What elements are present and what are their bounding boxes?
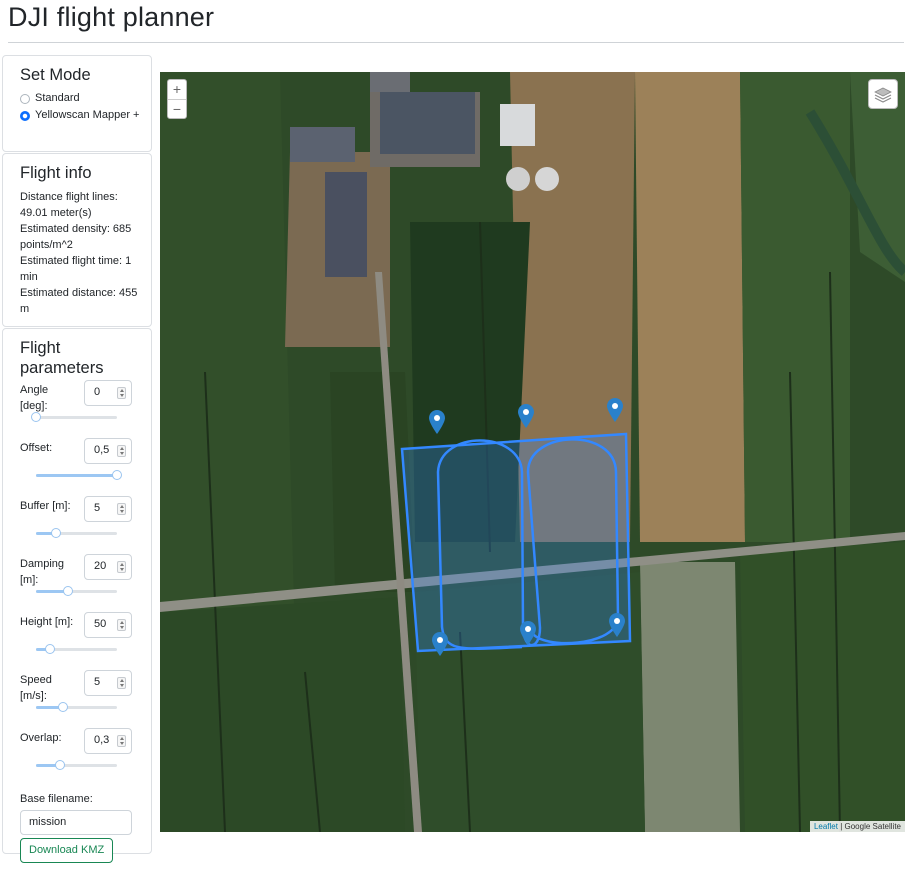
waypoint-marker-icon[interactable] — [609, 613, 625, 637]
base-filename-label: Base filename: — [20, 793, 93, 805]
spinner-icon[interactable] — [117, 387, 126, 399]
leaflet-link[interactable]: Leaflet — [814, 822, 838, 831]
parameter-slider[interactable] — [36, 760, 117, 770]
waypoint-marker-icon[interactable] — [520, 621, 536, 645]
attribution-text: | Google Satellite — [837, 822, 901, 831]
slider-thumb[interactable] — [31, 412, 41, 422]
parameter-row: Height [m]: 50 — [20, 612, 141, 672]
parameter-value: 5 — [94, 502, 101, 514]
parameter-number-input[interactable]: 5 — [84, 670, 132, 696]
flight-info-title: Flight info — [20, 164, 92, 182]
parameter-label: Damping [m]: — [20, 558, 65, 586]
parameter-row: Offset: 0,5 — [20, 438, 141, 498]
parameter-number-input[interactable]: 0 — [84, 380, 132, 406]
waypoint-marker-icon[interactable] — [429, 410, 445, 434]
mode-option-yellowscan[interactable]: Yellowscan Mapper + — [20, 108, 141, 123]
parameter-slider[interactable] — [36, 528, 117, 538]
parameter-number-input[interactable]: 20 — [84, 554, 132, 580]
info-density: Estimated density: 685 points/m^2 — [20, 223, 132, 251]
parameter-row: Angle [deg]: 0 — [20, 380, 141, 440]
spinner-icon[interactable] — [117, 735, 126, 747]
parameter-number-input[interactable]: 0,3 — [84, 728, 132, 754]
zoom-in-button[interactable]: + — [168, 80, 186, 99]
parameter-row: Speed [m/s]: 5 — [20, 670, 141, 730]
parameter-row: Buffer [m]: 5 — [20, 496, 141, 556]
slider-thumb[interactable] — [57, 702, 68, 712]
download-kmz-button[interactable]: Download KMZ — [20, 838, 114, 863]
base-filename-input[interactable]: mission — [20, 810, 132, 835]
flight-parameters-title: Flight parameters — [20, 339, 104, 377]
parameter-number-input[interactable]: 0,5 — [84, 438, 132, 464]
waypoint-marker-icon[interactable] — [607, 398, 623, 422]
parameter-label: Speed [m/s]: — [20, 674, 52, 702]
page-title: DJI flight planner — [8, 2, 215, 32]
slider-thumb[interactable] — [63, 586, 74, 596]
title-divider — [8, 42, 904, 43]
waypoint-marker-icon[interactable] — [518, 404, 534, 428]
spinner-icon[interactable] — [117, 503, 126, 515]
radio-yellowscan[interactable] — [20, 111, 30, 121]
parameter-slider[interactable] — [36, 702, 117, 712]
info-distance-lines: Distance flight lines: 49.01 meter(s) — [20, 191, 118, 219]
parameter-value: 5 — [94, 676, 101, 688]
mode-option-standard[interactable]: Standard — [20, 91, 141, 106]
parameter-label: Offset: — [20, 442, 53, 454]
parameter-list: Angle [deg]: 0 Offset: 0,5 Buffer [m]: 5 Dampi… — [20, 380, 141, 788]
radio-standard[interactable] — [20, 94, 30, 104]
info-flight-time: Estimated flight time: 1 min — [20, 255, 132, 283]
slider-thumb[interactable] — [112, 470, 122, 480]
parameter-row: Damping [m]: 20 — [20, 554, 141, 614]
slider-thumb[interactable] — [55, 760, 66, 770]
parameter-slider[interactable] — [31, 412, 117, 422]
spinner-icon[interactable] — [117, 445, 126, 457]
parameter-value: 0 — [94, 386, 101, 398]
spinner-icon[interactable] — [117, 677, 126, 689]
slider-fill — [36, 474, 117, 477]
parameter-value: 50 — [94, 618, 107, 630]
parameter-row: Overlap: 0,3 — [20, 728, 141, 788]
parameter-value: 0,5 — [94, 444, 110, 456]
parameter-slider[interactable] — [36, 644, 117, 654]
flight-parameters-card: Flight parameters Angle [deg]: 0 Offset: 0,… — [2, 328, 152, 863]
parameter-number-input[interactable]: 5 — [84, 496, 132, 522]
parameter-label: Overlap: — [20, 732, 62, 744]
parameter-label: Angle [deg]: — [20, 384, 49, 412]
waypoint-marker-icon[interactable] — [432, 632, 448, 656]
flight-info-card: Flight info Distance flight lines: 49.01… — [2, 153, 152, 327]
set-mode-card: Set Mode Standard Yellowscan Mapper + — [2, 55, 152, 152]
flight-area-overlay — [400, 432, 632, 653]
parameter-label: Height [m]: — [20, 616, 74, 628]
parameter-value: 20 — [94, 560, 107, 572]
mode-option-label: Standard — [35, 92, 80, 104]
mode-option-label: Yellowscan Mapper + — [35, 109, 140, 121]
parameter-number-input[interactable]: 50 — [84, 612, 132, 638]
slider-thumb[interactable] — [44, 644, 55, 654]
zoom-out-button[interactable]: − — [168, 99, 186, 118]
parameter-value: 0,3 — [94, 734, 110, 746]
slider-thumb[interactable] — [51, 528, 62, 538]
map-attribution: Leaflet | Google Satellite — [809, 821, 905, 832]
survey-area-polygon[interactable] — [400, 432, 632, 653]
spinner-icon[interactable] — [117, 561, 126, 573]
map-view[interactable]: + − Leaflet | Google Satellite — [160, 72, 905, 832]
spinner-icon[interactable] — [117, 619, 126, 631]
set-mode-title: Set Mode — [20, 66, 91, 84]
layers-icon — [874, 87, 892, 103]
parameter-label: Buffer [m]: — [20, 500, 71, 512]
layers-button[interactable] — [868, 79, 898, 109]
parameter-slider[interactable] — [36, 470, 122, 480]
zoom-control: + − — [167, 79, 187, 119]
info-distance: Estimated distance: 455 m — [20, 287, 138, 315]
parameter-slider[interactable] — [36, 586, 117, 596]
